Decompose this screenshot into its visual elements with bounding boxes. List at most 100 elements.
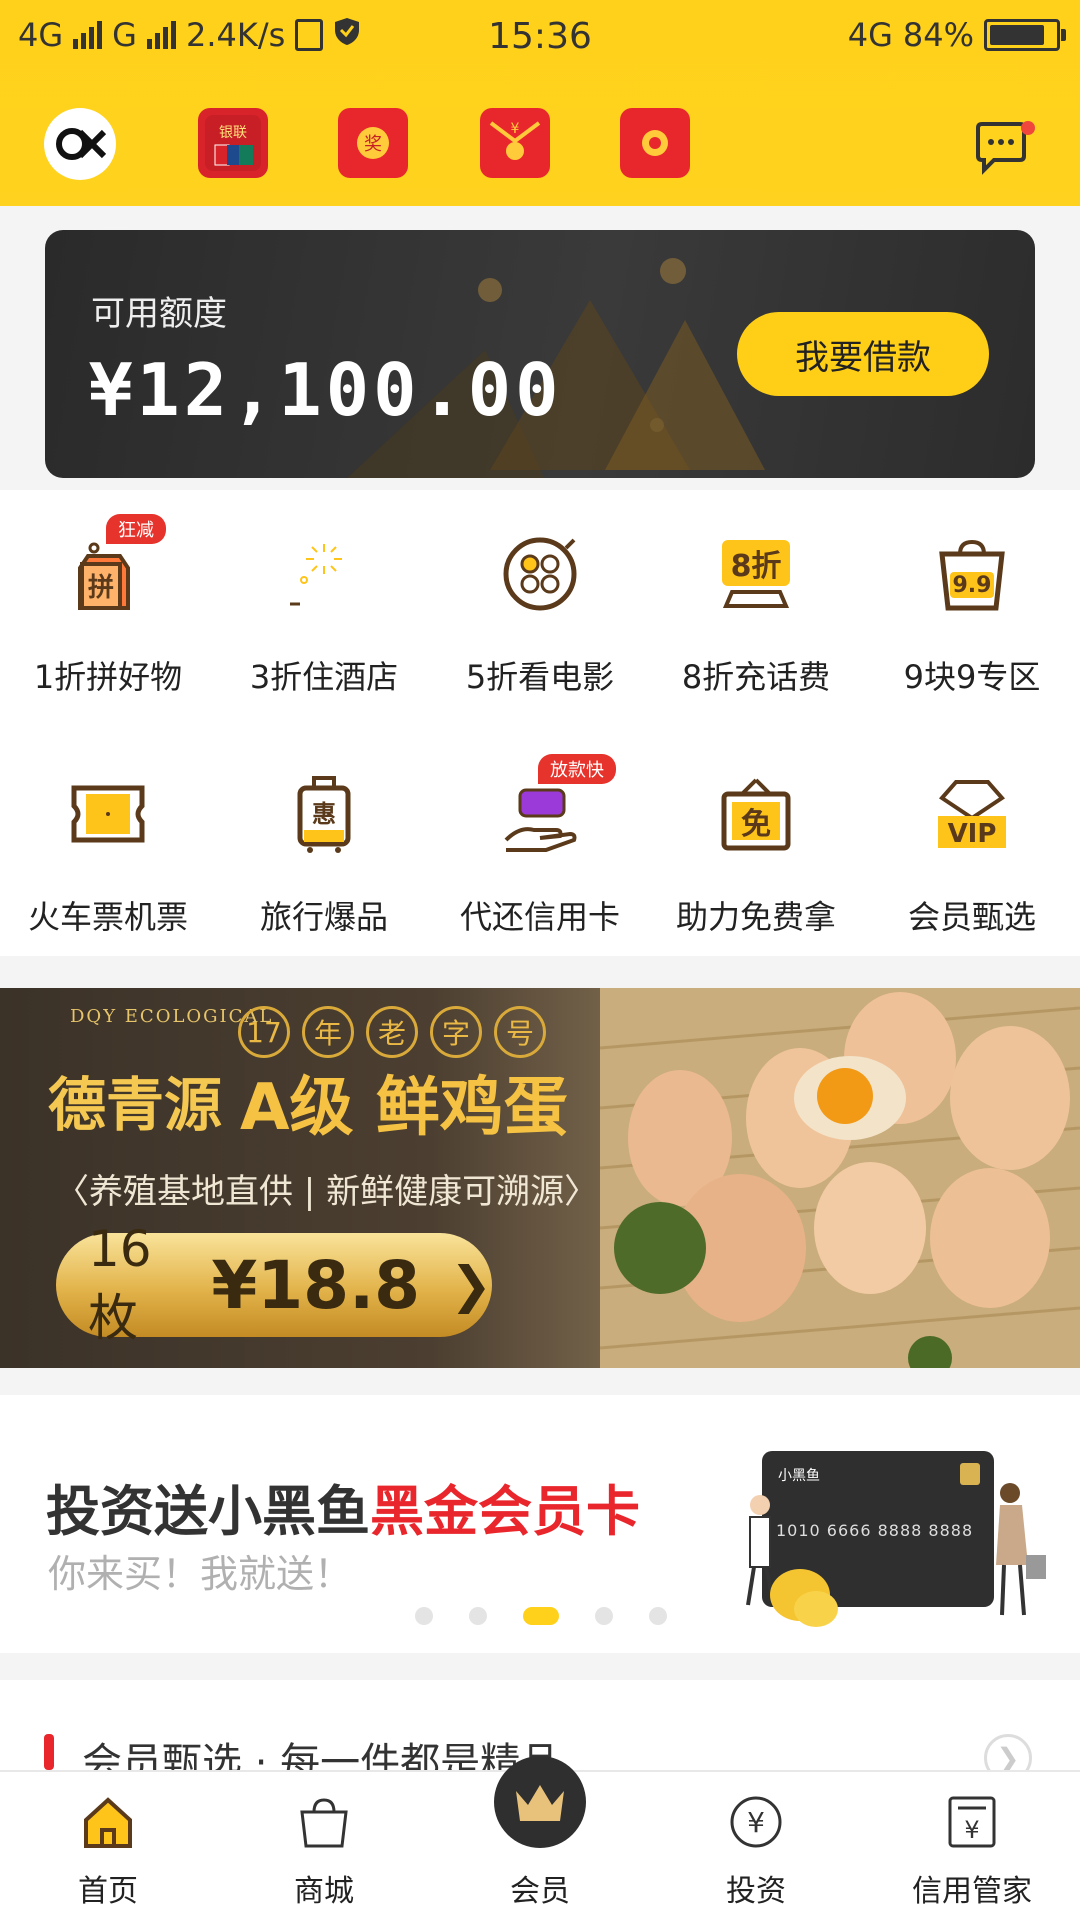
home-icon <box>80 1794 136 1850</box>
battery-percent: 84% <box>902 16 974 54</box>
carousel-dots <box>415 1607 667 1625</box>
battery-icon <box>984 19 1066 51</box>
eggs-image <box>600 988 1080 1368</box>
grid-item-travel[interactable]: 惠 旅行爆品 <box>216 754 432 974</box>
fish-logo-icon[interactable] <box>44 108 116 180</box>
egg-price: ¥18.8 <box>211 1246 421 1324</box>
phone-discount-icon: 8折 <box>716 534 796 614</box>
credit-amount: ¥12,100.00 <box>89 348 563 432</box>
section-title: 会员甄选 · 每一件都是精品 <box>82 1740 561 1770</box>
gift-redpacket-icon[interactable] <box>620 108 690 178</box>
price-button[interactable]: 16枚 ¥18.8 ❯ <box>56 1220 492 1347</box>
yuan-redpacket-icon[interactable]: ¥ <box>480 108 550 178</box>
ticket-icon <box>68 774 148 854</box>
promo-title-red: 黑金会员卡 <box>370 1480 640 1543</box>
brand-name: 德青源 <box>48 1071 223 1139</box>
grid-item-member-select[interactable]: VIP 会员甄选 <box>864 754 1080 974</box>
grid-item-credit-repay[interactable]: 放款快 代还信用卡 <box>432 754 648 974</box>
grid-badge: 放款快 <box>538 754 616 784</box>
tab-mall[interactable]: 商城 <box>216 1772 432 1922</box>
carousel-dot[interactable] <box>649 1607 667 1625</box>
grid-item-free-get[interactable]: 免 助力免费拿 <box>648 754 864 974</box>
tab-member[interactable]: 会员 <box>432 1756 648 1922</box>
tab-label: 商城 <box>294 1874 354 1909</box>
credit-doc-icon: ¥ <box>944 1794 1000 1850</box>
egg-banner[interactable]: DQY ECOLOGICAL 17 年 老 字 号 德青源 A级 鲜鸡蛋 〈养殖… <box>0 988 1080 1368</box>
network-right-label: 4G <box>847 16 893 54</box>
carousel-dot-active[interactable] <box>523 1607 559 1625</box>
grid-item-label: 9块9专区 <box>903 658 1041 696</box>
svg-text:¥: ¥ <box>511 121 520 137</box>
tab-invest[interactable]: ¥ 投资 <box>648 1772 864 1922</box>
shopper-illustration <box>996 1483 1046 1616</box>
tab-label: 首页 <box>78 1874 138 1909</box>
product-subtitle: 〈养殖基地直供 | 新鲜健康可溯源〉 <box>55 1172 599 1212</box>
grid-item-nine-nine[interactable]: 9.9 9块9专区 <box>864 514 1080 734</box>
shopping-bag-icon: 9.9 <box>932 534 1012 614</box>
slogan-char: 号 <box>494 1006 546 1058</box>
svg-text:惠: 惠 <box>312 800 336 828</box>
slogan-badges: 17 年 老 字 号 <box>238 1006 546 1058</box>
chip-icon <box>960 1463 980 1485</box>
grid-item-label: 5折看电影 <box>465 658 615 696</box>
chevron-right-icon[interactable]: ❯ <box>984 1734 1032 1770</box>
status-bar: 4G G 2.4K/s 15:36 4G 84% <box>0 0 1080 72</box>
pin-tag-icon: 拼 <box>68 534 148 614</box>
grid-item-pinhaowu[interactable]: 拼 狂减 1折拼好物 <box>0 514 216 734</box>
tab-label: 会员 <box>510 1874 570 1909</box>
svg-text:9.9: 9.9 <box>953 573 992 598</box>
promo-title-black: 投资送小黑鱼 <box>46 1480 370 1543</box>
slogan-char: 老 <box>366 1006 418 1058</box>
hotel-icon <box>284 534 364 614</box>
promo-subtitle: 你来买！我就送！ <box>48 1552 353 1596</box>
svg-text:奖: 奖 <box>364 134 382 155</box>
invest-promo-banner[interactable]: 投资送小黑鱼黑金会员卡 你来买！我就送！ 小黑鱼 1010 6666 8888 … <box>0 1395 1080 1653</box>
chevron-right-icon: ❯ <box>450 1256 492 1314</box>
free-sign-icon: 免 <box>716 774 796 854</box>
svg-text:8折: 8折 <box>731 549 782 584</box>
grid-item-label: 1折拼好物 <box>33 658 183 696</box>
yuan-coin-icon: ¥ <box>728 1794 784 1850</box>
prize-redpacket-icon[interactable]: 奖 <box>338 108 408 178</box>
tab-credit-manager[interactable]: ¥ 信用管家 <box>864 1772 1080 1922</box>
grid-item-label: 代还信用卡 <box>459 898 620 936</box>
egg-count: 16枚 <box>88 1220 152 1347</box>
credit-label: 可用额度 <box>91 294 227 334</box>
grid-item-phone-recharge[interactable]: 8折 8折充话费 <box>648 514 864 734</box>
carousel-dot[interactable] <box>415 1607 433 1625</box>
battery-fill <box>990 25 1044 45</box>
shopping-bag-icon <box>296 1794 352 1850</box>
crown-icon <box>494 1756 586 1848</box>
svg-text:¥: ¥ <box>747 1806 765 1839</box>
card-brand: 小黑鱼 <box>778 1468 820 1484</box>
chat-bubble-icon <box>976 121 1035 175</box>
slogan-char: 年 <box>302 1006 354 1058</box>
suitcase-icon: 惠 <box>284 774 364 854</box>
grid-item-label: 旅行爆品 <box>259 898 388 936</box>
tab-home[interactable]: 首页 <box>0 1772 216 1922</box>
grid-badge: 狂减 <box>106 514 166 544</box>
unionpay-icon[interactable]: 银联 <box>198 108 268 178</box>
section-accent-bar <box>44 1734 54 1770</box>
vip-crown-icon: VIP <box>932 774 1012 854</box>
grid-item-tickets[interactable]: 火车票机票 <box>0 754 216 974</box>
svg-text:银联: 银联 <box>219 125 247 141</box>
bottom-tab-bar: 首页 商城 会员 ¥ 投资 ¥ 信用管家 <box>0 1756 1080 1922</box>
slogan-char: 字 <box>430 1006 482 1058</box>
carousel-dot[interactable] <box>595 1607 613 1625</box>
grid-item-movie[interactable]: 5折看电影 <box>432 514 648 734</box>
grid-item-label: 3折住酒店 <box>249 658 399 696</box>
header-bar: 4G G 2.4K/s 15:36 4G 84% 银联 奖 ¥ <box>0 0 1080 206</box>
tab-label: 信用管家 <box>912 1874 1032 1909</box>
tab-label: 投资 <box>726 1874 786 1909</box>
grid-item-hotel[interactable]: 3折住酒店 <box>216 514 432 734</box>
svg-text:拼: 拼 <box>88 573 114 603</box>
borrow-button[interactable]: 我要借款 <box>737 312 989 396</box>
grid-item-label: 8折充话费 <box>681 658 831 696</box>
grid-item-label: 火车票机票 <box>27 898 188 936</box>
unread-badge <box>1021 121 1035 135</box>
message-button[interactable] <box>972 120 1036 178</box>
grid-item-label: 会员甄选 <box>907 898 1036 936</box>
credit-limit-card: 可用额度 ¥12,100.00 我要借款 <box>45 230 1035 478</box>
carousel-dot[interactable] <box>469 1607 487 1625</box>
